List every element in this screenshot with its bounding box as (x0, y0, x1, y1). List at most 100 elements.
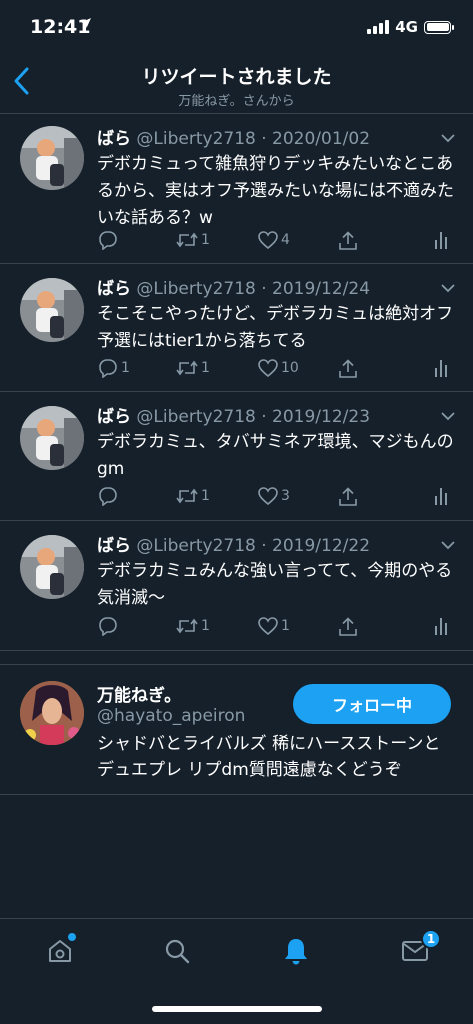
retweet-button[interactable]: 1 (175, 358, 210, 378)
signal-icon (367, 20, 390, 34)
avatar[interactable] (20, 406, 84, 470)
avatar[interactable] (20, 535, 84, 599)
reply-icon (99, 487, 117, 506)
share-icon (339, 617, 357, 636)
reply-button[interactable] (97, 616, 121, 636)
tweet-author-name[interactable]: ばら (97, 129, 131, 149)
like-button[interactable]: 4 (257, 230, 290, 250)
analytics-button[interactable] (433, 486, 449, 506)
status-bar: 12:41 4G (0, 0, 473, 52)
like-icon (258, 231, 278, 250)
share-icon (339, 487, 357, 506)
reply-icon (99, 359, 117, 378)
tweet-meta: @Liberty2718 · 2019/12/22 (136, 536, 371, 556)
like-button[interactable]: 1 (257, 616, 290, 636)
header: リツイートされました 万能ねぎ。さんから (0, 52, 473, 114)
retweet-count: 1 (201, 488, 210, 504)
share-button[interactable] (337, 486, 359, 508)
reply-button[interactable] (97, 486, 121, 506)
retweet-icon (176, 488, 198, 504)
avatar[interactable] (20, 278, 84, 342)
location-arrow-icon (80, 17, 92, 33)
tweet-actions: 1 1 (97, 616, 457, 640)
home-icon (49, 940, 71, 962)
share-icon (339, 359, 357, 378)
new-content-dot (68, 933, 76, 941)
share-button[interactable] (337, 358, 359, 380)
home-indicator (152, 1006, 322, 1012)
chevron-down-icon[interactable] (441, 278, 455, 293)
tweet-author-name[interactable]: ばら (97, 407, 131, 427)
like-count: 1 (281, 618, 290, 634)
reply-button[interactable] (97, 230, 121, 250)
tab-messages[interactable]: 1 (395, 929, 441, 969)
like-icon (258, 617, 278, 636)
like-button[interactable]: 10 (257, 358, 299, 378)
search-icon (165, 939, 190, 964)
retweet-count: 1 (201, 618, 210, 634)
user-name[interactable]: 万能ねぎ。 (97, 681, 181, 706)
tweet-text: そこそこやったけど、デボラカミュは絶対オフ予選にはtier1から落ちてる (97, 304, 454, 351)
analytics-button[interactable] (433, 230, 449, 250)
user-handle: @hayato_apeiron (97, 706, 246, 726)
notifications-icon (285, 939, 307, 965)
tab-notifications[interactable] (276, 933, 316, 969)
tweet-text: デボカミュって雑魚狩りデッキみたいなとこあるから、実はオフ予選みたいな場には不適… (97, 154, 454, 228)
tweet[interactable]: ばら @Liberty2718 · 2019/12/22 デボラカミュみんな強い… (0, 521, 473, 651)
tweet-author-name[interactable]: ばら (97, 279, 131, 299)
analytics-icon (435, 488, 447, 505)
avatar[interactable] (20, 126, 84, 190)
messages-badge: 1 (421, 929, 441, 949)
tweet[interactable]: ばら @Liberty2718 · 2019/12/24 そこそこやったけど、デ… (0, 264, 473, 392)
share-button[interactable] (337, 616, 359, 638)
chevron-down-icon[interactable] (441, 535, 455, 550)
retweet-button[interactable]: 1 (175, 616, 210, 636)
retweet-icon (176, 360, 198, 376)
network-type: 4G (395, 18, 418, 36)
share-button[interactable] (337, 230, 359, 252)
retweet-count: 1 (201, 232, 210, 248)
reply-button[interactable]: 1 (97, 358, 130, 378)
reply-count: 1 (121, 360, 130, 376)
tweet-actions: 1 4 (97, 230, 457, 254)
tweet-meta: @Liberty2718 · 2019/12/24 (136, 279, 371, 299)
like-icon (258, 487, 278, 506)
like-button[interactable]: 3 (257, 486, 290, 506)
reply-icon (99, 231, 117, 250)
tweet-author-name[interactable]: ばら (97, 536, 131, 556)
like-icon (258, 359, 278, 378)
tweet-header: ばら @Liberty2718 · 2020/01/02 (97, 124, 370, 149)
retweet-button[interactable]: 1 (175, 486, 210, 506)
user-bio: シャドバとライバルズ 稀にハースストーンとデュエプレ リプdm質問遠慮なくどうぞ (97, 734, 441, 780)
analytics-button[interactable] (433, 616, 449, 636)
page-title: リツイートされました (141, 66, 332, 88)
retweet-icon (176, 232, 198, 248)
tweet-text: デボラカミュみんな強い言ってて、今期のやる気消滅〜 (97, 561, 453, 608)
page-subtitle: 万能ねぎ。さんから (178, 94, 295, 109)
retweet-count: 1 (201, 360, 210, 376)
retweet-button[interactable]: 1 (175, 230, 210, 250)
analytics-button[interactable] (433, 358, 449, 378)
tweet-actions: 1 1 10 (97, 358, 457, 382)
retweet-icon (176, 618, 198, 634)
retweeter-card[interactable]: 万能ねぎ。 @hayato_apeiron フォロー中 シャドバとライバルズ 稀… (0, 664, 473, 795)
share-icon (339, 231, 357, 250)
tweet-text: デボラカミュ、タバサミネア環境、マジもんのgm (97, 432, 454, 479)
tab-home[interactable] (40, 933, 80, 969)
chevron-down-icon[interactable] (441, 128, 455, 143)
like-count: 4 (281, 232, 290, 248)
tab-search[interactable] (157, 933, 197, 969)
tweet-header: ばら @Liberty2718 · 2019/12/23 (97, 402, 370, 427)
like-count: 3 (281, 488, 290, 504)
like-count: 10 (281, 360, 299, 376)
tweet-header: ばら @Liberty2718 · 2019/12/24 (97, 274, 370, 299)
avatar[interactable] (20, 681, 84, 745)
tweet[interactable]: ばら @Liberty2718 · 2020/01/02 デボカミュって雑魚狩り… (0, 114, 473, 264)
analytics-icon (435, 618, 447, 635)
reply-icon (99, 617, 117, 636)
battery-icon (424, 20, 454, 34)
tweet-meta: @Liberty2718 · 2019/12/23 (136, 407, 371, 427)
following-button[interactable]: フォロー中 (293, 684, 451, 724)
chevron-down-icon[interactable] (441, 406, 455, 421)
tweet[interactable]: ばら @Liberty2718 · 2019/12/23 デボラカミュ、タバサミ… (0, 392, 473, 521)
